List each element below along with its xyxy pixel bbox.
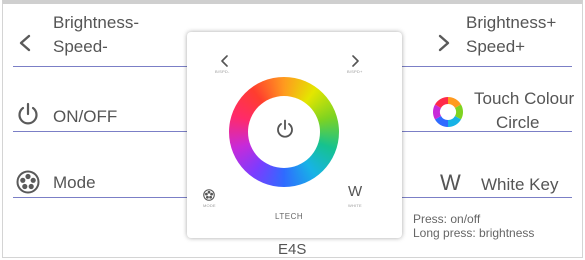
mode-icon bbox=[16, 170, 40, 199]
device-panel: B/SPD- B/SPD+ MODE W WHITE LTECH bbox=[187, 32, 402, 238]
chevron-left-icon bbox=[17, 34, 33, 57]
line-brightness-plus bbox=[372, 66, 572, 67]
label-white-key: White Key bbox=[481, 175, 559, 194]
model-caption: E4S bbox=[278, 241, 307, 258]
panel-speed-plus-text: B/SPD+ bbox=[347, 69, 363, 74]
label-speed-minus: Speed- bbox=[53, 37, 108, 56]
panel-mode-text: MODE bbox=[203, 203, 216, 208]
label-brightness-minus: Brightness- bbox=[53, 13, 139, 32]
note-press-on-off: Press: on/off bbox=[413, 212, 481, 226]
white-key-letter: W bbox=[440, 170, 461, 195]
label-on-off: ON/OFF bbox=[53, 107, 118, 126]
chevron-right-icon bbox=[436, 34, 452, 57]
panel-power-icon[interactable] bbox=[276, 119, 294, 144]
power-icon bbox=[17, 102, 39, 131]
panel-speed-minus-text: B/SPD- bbox=[215, 69, 230, 74]
line-brightness-minus bbox=[13, 66, 209, 67]
label-touch-colour: Touch Colour bbox=[474, 89, 575, 108]
label-mode: Mode bbox=[53, 173, 96, 192]
panel-white-text: WHITE bbox=[348, 203, 362, 208]
note-long-press: Long press: brightness bbox=[413, 226, 535, 240]
label-brightness-plus: Brightness+ bbox=[466, 13, 557, 32]
panel-w-letter[interactable]: W bbox=[348, 183, 362, 200]
line-mode bbox=[13, 197, 209, 198]
color-wheel-icon bbox=[430, 94, 466, 135]
panel-brand: LTECH bbox=[275, 212, 304, 221]
label-circle: Circle bbox=[496, 113, 540, 132]
label-speed-plus: Speed+ bbox=[466, 37, 526, 56]
